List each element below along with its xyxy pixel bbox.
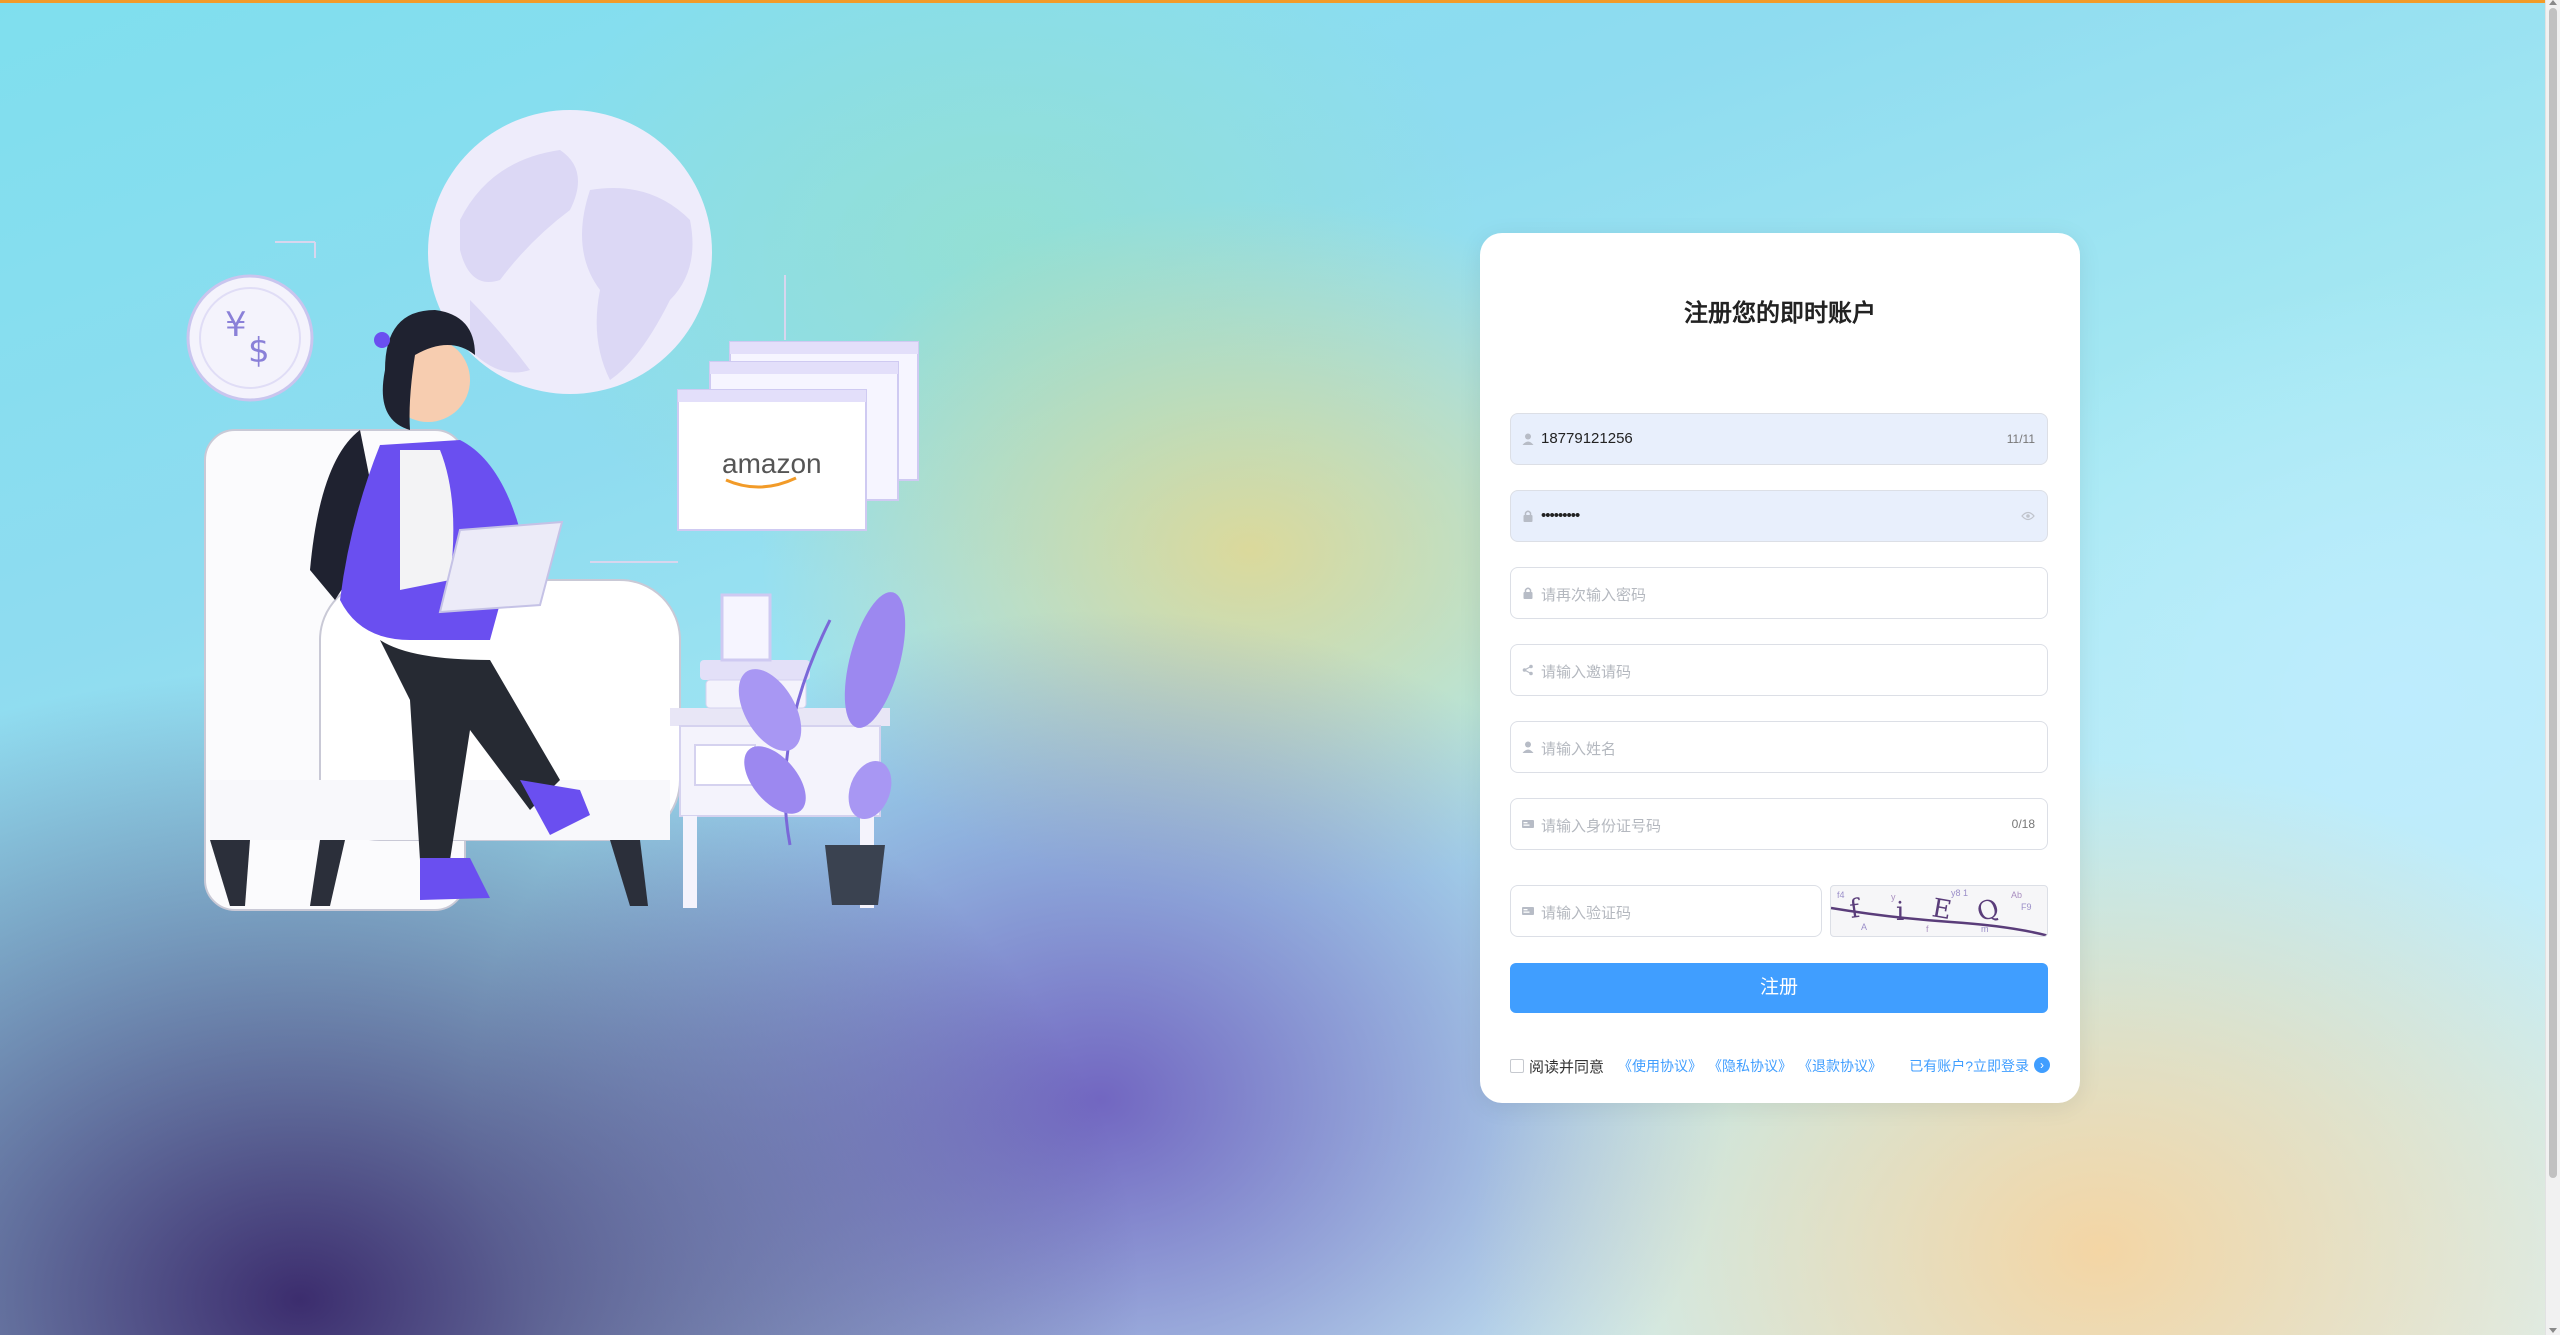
refund-policy-link[interactable]: 《退款协议》: [1798, 1056, 1882, 1076]
svg-text:f: f: [1848, 894, 1864, 925]
confirm-password-placeholder: 请再次输入密码: [1541, 587, 1647, 604]
svg-text:$: $: [248, 331, 270, 371]
svg-text:F9: F9: [2021, 902, 2032, 912]
svg-text:¥: ¥: [225, 305, 247, 345]
phone-field[interactable]: 18779121256 11/11: [1510, 413, 2048, 465]
lock-icon: [1523, 587, 1533, 599]
agree-label: 阅读并同意: [1529, 1059, 1605, 1076]
id-card-icon: [1522, 820, 1534, 828]
id-card-icon: [1522, 907, 1534, 915]
scroll-down-arrow-icon[interactable]: [2549, 1328, 2557, 1333]
user-icon: [1522, 741, 1534, 753]
password-value: •••••••••: [1541, 507, 1580, 524]
lock-icon: [1523, 510, 1533, 522]
svg-text:A: A: [1861, 922, 1867, 932]
captcha-placeholder: 请输入验证码: [1541, 905, 1632, 922]
share-icon: [1522, 664, 1533, 676]
register-card: 注册您的即时账户 18779121256 11/11 ••••••••• 请再次…: [1480, 233, 2080, 1103]
invite-code-field[interactable]: 请输入邀请码: [1510, 644, 2048, 696]
privacy-policy-link[interactable]: 《隐私协议》: [1708, 1056, 1792, 1076]
scrollbar-thumb[interactable]: [2549, 8, 2557, 1178]
agreement-row: 阅读并同意 《使用协议》 《隐私协议》 《退款协议》 已有账户?立即登录 ›: [1510, 1055, 2050, 1076]
eye-icon[interactable]: [2021, 511, 2035, 521]
svg-text:f: f: [1926, 924, 1929, 934]
name-field[interactable]: 请输入姓名: [1510, 721, 2048, 773]
id-number-field[interactable]: 请输入身份证号码 0/18: [1510, 798, 2048, 850]
page-title: 注册您的即时账户: [1684, 300, 1876, 327]
amazon-logo: amazon: [722, 448, 822, 479]
login-link[interactable]: 已有账户?立即登录: [1909, 1056, 2029, 1076]
vertical-scrollbar[interactable]: [2545, 0, 2560, 1335]
captcha-image[interactable]: f4 y y8 1 Ab F9 A f m f i E Q: [1830, 885, 2048, 937]
svg-text:f4: f4: [1837, 890, 1845, 900]
phone-counter: 11/11: [2006, 432, 2035, 446]
agree-checkbox[interactable]: [1510, 1059, 1524, 1073]
svg-text:Ab: Ab: [2011, 890, 2022, 900]
currency-exchange-icon: ¥ $: [186, 241, 316, 402]
register-button[interactable]: 注册: [1510, 963, 2048, 1013]
name-placeholder: 请输入姓名: [1541, 741, 1617, 758]
password-field[interactable]: •••••••••: [1510, 490, 2048, 542]
top-accent-line: [0, 0, 2545, 3]
scroll-up-arrow-icon[interactable]: [2549, 0, 2557, 5]
user-icon: [1522, 433, 1534, 445]
terms-of-use-link[interactable]: 《使用协议》: [1618, 1056, 1702, 1076]
hero-illustration: ¥ $ amazon: [186, 110, 919, 911]
id-number-placeholder: 请输入身份证号码: [1541, 818, 1662, 835]
svg-text:i: i: [1896, 897, 1904, 927]
captcha-field[interactable]: 请输入验证码: [1510, 885, 1822, 937]
phone-value: 18779121256: [1541, 430, 1633, 447]
confirm-password-field[interactable]: 请再次输入密码: [1510, 567, 2048, 619]
invite-code-placeholder: 请输入邀请码: [1541, 664, 1632, 681]
id-number-counter: 0/18: [2011, 817, 2035, 831]
chevron-right-circle-icon[interactable]: ›: [2034, 1057, 2050, 1073]
